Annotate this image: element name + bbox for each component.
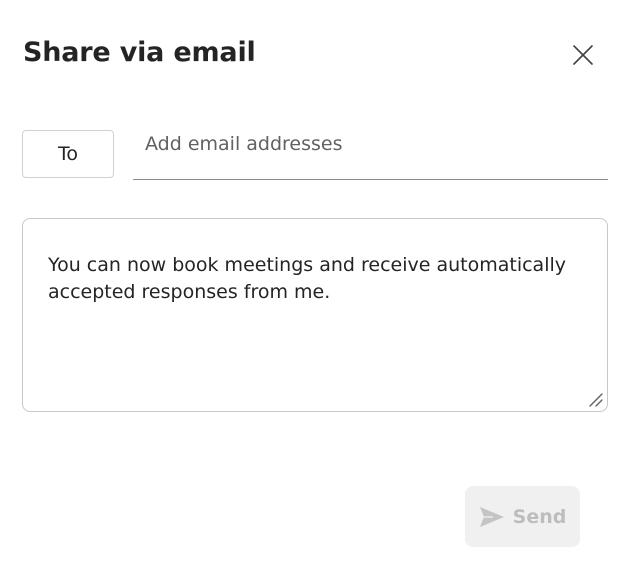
close-button[interactable]: [568, 40, 598, 70]
message-textarea[interactable]: You can now book meetings and receive au…: [22, 218, 608, 412]
resize-handle-icon[interactable]: [587, 391, 603, 407]
close-icon: [573, 45, 593, 65]
to-button[interactable]: To: [22, 130, 114, 178]
send-button[interactable]: Send: [465, 486, 580, 547]
dialog-title: Share via email: [23, 37, 256, 68]
message-text[interactable]: You can now book meetings and receive au…: [48, 252, 588, 306]
send-button-label: Send: [512, 505, 567, 528]
email-addresses-input[interactable]: [133, 126, 608, 180]
share-email-dialog: Share via email To You can now book meet…: [0, 0, 632, 561]
send-icon: [479, 506, 505, 528]
